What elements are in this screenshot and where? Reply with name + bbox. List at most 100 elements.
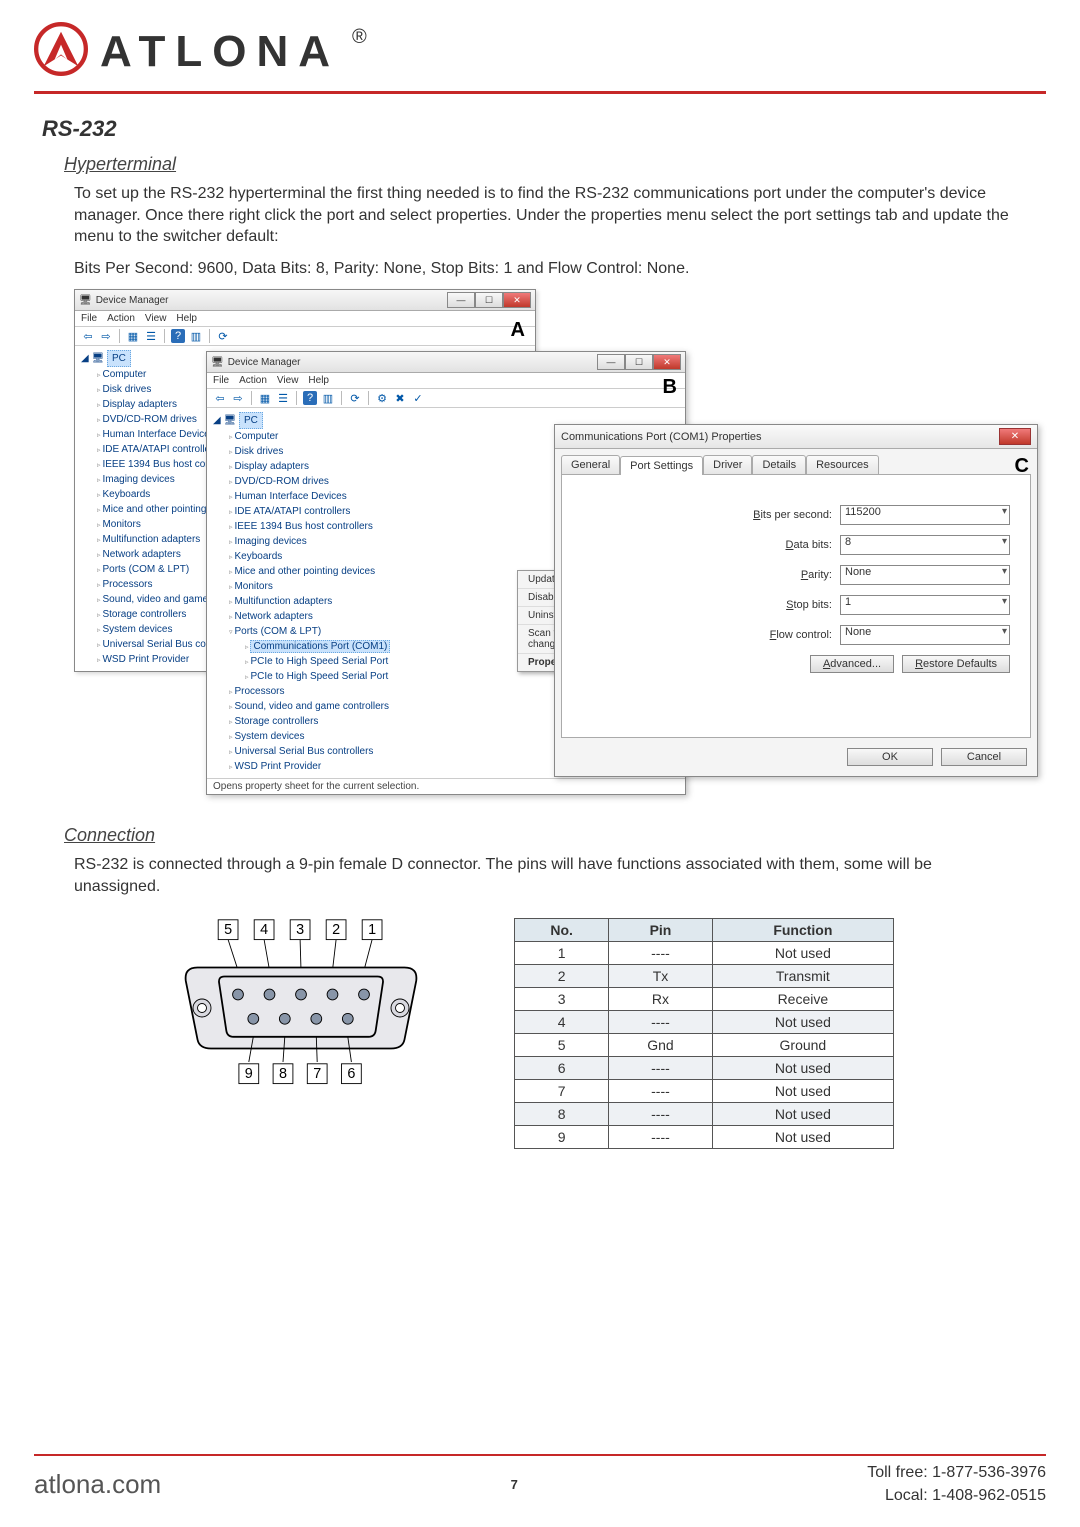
refresh-icon[interactable]: ⟳: [216, 329, 230, 343]
th-pin: Pin: [609, 918, 713, 941]
th-no: No.: [515, 918, 609, 941]
ok-button[interactable]: OK: [847, 748, 933, 766]
toolbar-icon[interactable]: ☰: [276, 391, 290, 405]
forward-icon[interactable]: ⇨: [231, 391, 245, 405]
menu-view[interactable]: View: [145, 313, 167, 324]
svg-text:3: 3: [296, 922, 304, 938]
svg-text:7: 7: [313, 1066, 321, 1082]
tab-general[interactable]: General: [561, 455, 620, 474]
toolbar-icon[interactable]: ▥: [321, 391, 335, 405]
select-databits[interactable]: 8: [840, 535, 1010, 555]
callout-b: B: [663, 376, 677, 399]
db9-diagram: 5 4 3 2 1: [184, 918, 454, 1094]
close-button[interactable]: ✕: [653, 354, 681, 370]
label-parity: Parity:: [717, 569, 832, 581]
svg-text:4: 4: [260, 922, 268, 938]
window-title: Device Manager: [228, 357, 301, 368]
svg-text:2: 2: [332, 922, 340, 938]
table-row: 8----Not used: [515, 1102, 894, 1125]
menu-view[interactable]: View: [277, 375, 299, 386]
dialog-title: Communications Port (COM1) Properties: [561, 431, 762, 443]
menu-file[interactable]: File: [81, 313, 97, 324]
tree-root[interactable]: PC: [107, 350, 131, 367]
logo-text: ATLONA: [100, 27, 340, 77]
help-icon[interactable]: ?: [171, 329, 185, 343]
maximize-button[interactable]: ☐: [625, 354, 653, 370]
connection-paragraph: RS-232 is connected through a 9-pin fema…: [74, 854, 1016, 897]
table-row: 2TxTransmit: [515, 964, 894, 987]
close-button[interactable]: ✕: [999, 428, 1031, 445]
tab-port-settings[interactable]: Port Settings: [620, 456, 703, 475]
window-icon: 🖥: [211, 357, 224, 368]
refresh-icon[interactable]: ⟳: [348, 391, 362, 405]
advanced-button[interactable]: Advanced...: [810, 655, 894, 673]
minimize-button[interactable]: —: [597, 354, 625, 370]
label-databits: Data bits:: [717, 539, 832, 551]
subheading-hyperterminal: Hyperterminal: [64, 154, 1046, 175]
callout-c: C: [1015, 455, 1029, 478]
table-row: 6----Not used: [515, 1056, 894, 1079]
callout-a: A: [511, 319, 525, 342]
menu-action[interactable]: Action: [239, 375, 267, 386]
forward-icon[interactable]: ⇨: [99, 329, 113, 343]
select-flowcontrol[interactable]: None: [840, 625, 1010, 645]
table-row: 4----Not used: [515, 1010, 894, 1033]
toolbar-icon[interactable]: ☰: [144, 329, 158, 343]
restore-defaults-button[interactable]: Restore Defaults: [902, 655, 1010, 673]
menu-help[interactable]: Help: [176, 313, 197, 324]
tab-driver[interactable]: Driver: [703, 455, 752, 474]
svg-text:6: 6: [347, 1066, 355, 1082]
svg-text:8: 8: [279, 1066, 287, 1082]
page-number: 7: [511, 1477, 518, 1492]
toolbar-icon[interactable]: ⚙: [375, 391, 389, 405]
window-icon: 🖥: [79, 295, 92, 306]
close-button[interactable]: ✕: [503, 292, 531, 308]
minimize-button[interactable]: —: [447, 292, 475, 308]
footer-website: atlona.com: [34, 1469, 161, 1500]
cancel-button[interactable]: Cancel: [941, 748, 1027, 766]
page-footer: atlona.com 7 Toll free: 1-877-536-3976 L…: [34, 1454, 1046, 1507]
tree-root-icon: ◢ 🖥: [81, 353, 107, 364]
svg-text:9: 9: [245, 1066, 253, 1082]
toolbar-icon[interactable]: ▦: [258, 391, 272, 405]
pin-table: No. Pin Function 1----Not used2TxTransmi…: [514, 918, 894, 1149]
tab-resources[interactable]: Resources: [806, 455, 879, 474]
subheading-connection: Connection: [64, 825, 1046, 846]
maximize-button[interactable]: ☐: [475, 292, 503, 308]
intro-paragraph-2: Bits Per Second: 9600, Data Bits: 8, Par…: [74, 258, 1016, 280]
svg-text:1: 1: [368, 922, 376, 938]
label-bps: Bits per second:: [717, 509, 832, 521]
toolbar-icon[interactable]: ✓: [411, 391, 425, 405]
back-icon[interactable]: ⇦: [81, 329, 95, 343]
window-title: Device Manager: [96, 295, 169, 306]
footer-tollfree: Toll free: 1-877-536-3976: [867, 1462, 1046, 1484]
help-icon[interactable]: ?: [303, 391, 317, 405]
select-bps[interactable]: 115200: [840, 505, 1010, 525]
section-heading: RS-232: [42, 116, 1046, 142]
svg-text:5: 5: [224, 922, 232, 938]
th-function: Function: [712, 918, 893, 941]
table-row: 1----Not used: [515, 941, 894, 964]
tree-root-icon: ◢ 🖥: [213, 415, 239, 426]
tab-details[interactable]: Details: [752, 455, 806, 474]
select-parity[interactable]: None: [840, 565, 1010, 585]
table-row: 5GndGround: [515, 1033, 894, 1056]
tree-root[interactable]: PC: [239, 412, 263, 429]
back-icon[interactable]: ⇦: [213, 391, 227, 405]
toolbar-icon[interactable]: ▦: [126, 329, 140, 343]
menu-action[interactable]: Action: [107, 313, 135, 324]
status-bar: Opens property sheet for the current sel…: [207, 778, 685, 794]
label-flow: Flow control:: [717, 629, 832, 641]
toolbar-icon[interactable]: ✖: [393, 391, 407, 405]
table-row: 9----Not used: [515, 1125, 894, 1148]
select-stopbits[interactable]: 1: [840, 595, 1010, 615]
menu-file[interactable]: File: [213, 375, 229, 386]
header-divider: [34, 91, 1046, 94]
logo-icon: [34, 22, 88, 81]
label-stopbits: Stop bits:: [717, 599, 832, 611]
intro-paragraph-1: To set up the RS-232 hyperterminal the f…: [74, 183, 1016, 248]
menu-help[interactable]: Help: [308, 375, 329, 386]
footer-local: Local: 1-408-962-0515: [867, 1485, 1046, 1507]
toolbar-icon[interactable]: ▥: [189, 329, 203, 343]
port-properties-dialog: Communications Port (COM1) Properties ✕ …: [554, 424, 1038, 777]
